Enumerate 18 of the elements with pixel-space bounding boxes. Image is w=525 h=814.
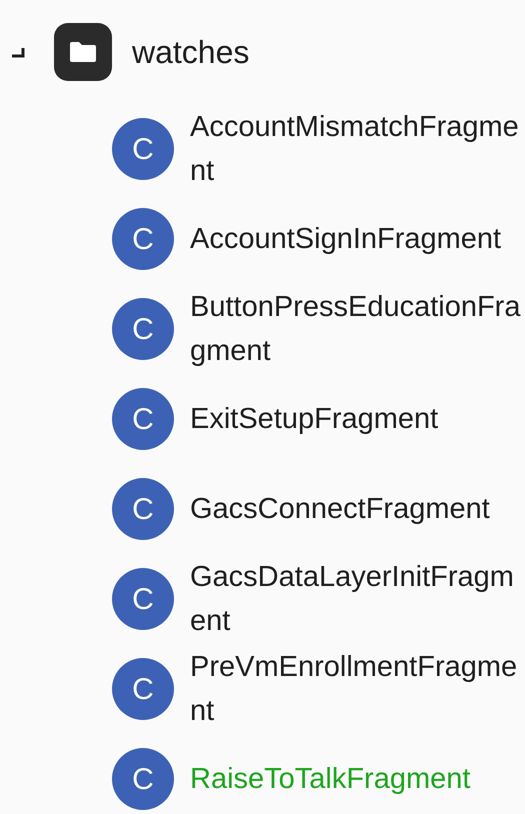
class-name[interactable]: PreVmEnrollmentFragment: [190, 645, 522, 733]
class-icon: C: [112, 478, 174, 540]
class-icon: C: [112, 298, 174, 360]
folder-name[interactable]: watches: [132, 28, 250, 76]
class-name[interactable]: AccountSignInFragment: [190, 217, 522, 261]
class-icon: C: [112, 658, 174, 720]
class-name[interactable]: ButtonPressEducationFragment: [190, 285, 522, 373]
folder-icon: [54, 23, 112, 81]
class-icon: C: [112, 118, 174, 180]
class-name[interactable]: ExitSetupFragment: [190, 397, 522, 441]
class-icon: C: [112, 388, 174, 450]
class-name[interactable]: AccountMismatchFragment: [190, 105, 522, 193]
class-icon: C: [112, 208, 174, 270]
class-name[interactable]: GacsConnectFragment: [190, 487, 522, 531]
class-icon: C: [112, 568, 174, 630]
expanded-tree-icon[interactable]: [10, 46, 26, 58]
class-name[interactable]: GacsDataLayerInitFragment: [190, 555, 522, 643]
class-icon: C: [112, 748, 174, 810]
